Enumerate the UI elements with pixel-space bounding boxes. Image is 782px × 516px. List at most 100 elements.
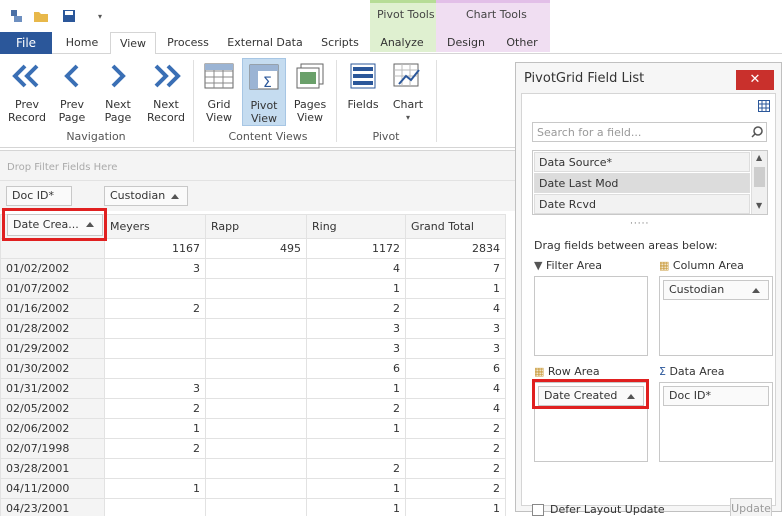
field-search-input[interactable]: Search for a field... bbox=[532, 122, 767, 142]
prev-record-button[interactable]: Prev Record bbox=[6, 58, 48, 124]
data-cell[interactable]: 2 bbox=[405, 418, 506, 439]
data-cell[interactable]: 2 bbox=[306, 298, 406, 319]
chart-button[interactable]: Chart ▾ bbox=[388, 58, 428, 124]
data-cell[interactable]: 3 bbox=[104, 378, 206, 399]
data-cell[interactable]: 2 bbox=[405, 458, 506, 479]
row-header-date[interactable]: 01/31/2002 bbox=[0, 378, 105, 399]
scroll-thumb[interactable] bbox=[754, 167, 765, 187]
row-header-date[interactable]: 01/07/2002 bbox=[0, 278, 105, 299]
column-header-meyers[interactable]: Meyers bbox=[104, 214, 206, 239]
row-header-date[interactable]: 02/06/2002 bbox=[0, 418, 105, 439]
data-cell[interactable]: 4 bbox=[405, 378, 506, 399]
field-item[interactable]: Date Rcvd bbox=[534, 194, 750, 214]
data-cell[interactable] bbox=[306, 438, 406, 459]
data-cell[interactable] bbox=[205, 498, 307, 516]
data-cell[interactable] bbox=[104, 338, 206, 359]
row-header-date[interactable]: 02/05/2002 bbox=[0, 398, 105, 419]
data-area-box[interactable]: Doc ID* bbox=[659, 382, 773, 462]
tab-process[interactable]: Process bbox=[162, 32, 214, 54]
data-cell[interactable]: 3 bbox=[306, 318, 406, 339]
data-field-header[interactable]: Doc ID* bbox=[6, 186, 72, 206]
data-cell[interactable]: 1 bbox=[104, 418, 206, 439]
data-area-field[interactable]: Doc ID* bbox=[663, 386, 769, 406]
data-cell[interactable] bbox=[104, 278, 206, 299]
data-cell[interactable]: 1 bbox=[306, 498, 406, 516]
total-cell[interactable]: 2834 bbox=[405, 238, 506, 259]
column-header-grand-total[interactable]: Grand Total bbox=[405, 214, 506, 239]
pivot-view-button[interactable]: Σ Pivot View bbox=[242, 58, 286, 126]
scroll-up-icon[interactable]: ▲ bbox=[756, 153, 762, 162]
data-cell[interactable] bbox=[205, 278, 307, 299]
data-cell[interactable]: 2 bbox=[104, 298, 206, 319]
data-cell[interactable] bbox=[205, 458, 307, 479]
defer-layout-checkbox[interactable] bbox=[532, 504, 544, 516]
splitter-handle[interactable]: ····· bbox=[630, 219, 649, 229]
data-cell[interactable]: 2 bbox=[306, 458, 406, 479]
customize-dropdown-icon[interactable]: ▾ bbox=[92, 8, 108, 24]
data-cell[interactable] bbox=[104, 498, 206, 516]
data-cell[interactable]: 2 bbox=[306, 398, 406, 419]
total-cell[interactable]: 495 bbox=[205, 238, 307, 259]
column-area-field[interactable]: Custodian bbox=[663, 280, 769, 300]
row-header-date[interactable]: 03/28/2001 bbox=[0, 458, 105, 479]
data-cell[interactable]: 4 bbox=[405, 298, 506, 319]
tab-home[interactable]: Home bbox=[60, 32, 104, 54]
data-cell[interactable]: 2 bbox=[104, 398, 206, 419]
open-folder-icon[interactable] bbox=[33, 8, 49, 24]
data-cell[interactable]: 1 bbox=[306, 278, 406, 299]
next-record-button[interactable]: Next Record bbox=[144, 58, 188, 124]
row-header-date[interactable]: 01/28/2002 bbox=[0, 318, 105, 339]
data-cell[interactable] bbox=[205, 378, 307, 399]
data-cell[interactable]: 1 bbox=[306, 478, 406, 499]
scroll-down-icon[interactable]: ▼ bbox=[756, 201, 762, 210]
total-cell[interactable]: 1167 bbox=[104, 238, 206, 259]
data-cell[interactable]: 1 bbox=[306, 378, 406, 399]
tab-external-data[interactable]: External Data bbox=[222, 32, 308, 54]
data-cell[interactable]: 6 bbox=[306, 358, 406, 379]
data-cell[interactable] bbox=[104, 458, 206, 479]
tab-design[interactable]: Design bbox=[442, 32, 490, 54]
next-page-button[interactable]: Next Page bbox=[98, 58, 138, 124]
data-cell[interactable] bbox=[205, 258, 307, 279]
data-cell[interactable]: 1 bbox=[306, 418, 406, 439]
prev-page-button[interactable]: Prev Page bbox=[52, 58, 92, 124]
row-header-date[interactable]: 04/11/2000 bbox=[0, 478, 105, 499]
row-header-date[interactable]: 04/23/2001 bbox=[0, 498, 105, 516]
filter-drop-area[interactable]: Drop Filter Fields Here bbox=[0, 151, 515, 181]
field-list-scrollbar[interactable]: ▲ ▼ bbox=[751, 151, 767, 214]
row-header-date[interactable]: 01/29/2002 bbox=[0, 338, 105, 359]
tab-view[interactable]: View bbox=[110, 32, 156, 55]
data-cell[interactable] bbox=[205, 438, 307, 459]
row-header-date[interactable]: 01/16/2002 bbox=[0, 298, 105, 319]
grid-view-button[interactable]: Grid View bbox=[199, 58, 239, 124]
data-cell[interactable]: 3 bbox=[306, 338, 406, 359]
row-header-date[interactable]: 01/30/2002 bbox=[0, 358, 105, 379]
column-field-header[interactable]: Custodian bbox=[104, 186, 188, 206]
field-item[interactable]: Data Source* bbox=[534, 152, 750, 172]
data-cell[interactable]: 1 bbox=[405, 278, 506, 299]
column-header-ring[interactable]: Ring bbox=[306, 214, 406, 239]
fields-button[interactable]: Fields bbox=[344, 58, 382, 111]
save-icon[interactable] bbox=[61, 8, 77, 24]
tab-scripts[interactable]: Scripts bbox=[316, 32, 364, 54]
tab-analyze[interactable]: Analyze bbox=[374, 32, 430, 54]
data-cell[interactable]: 1 bbox=[405, 498, 506, 516]
data-cell[interactable]: 2 bbox=[104, 438, 206, 459]
app-icon[interactable] bbox=[8, 8, 24, 24]
field-item[interactable]: Date Last Mod bbox=[534, 173, 750, 193]
total-cell[interactable]: 1172 bbox=[306, 238, 406, 259]
data-cell[interactable]: 2 bbox=[405, 438, 506, 459]
data-cell[interactable]: 3 bbox=[104, 258, 206, 279]
data-cell[interactable] bbox=[205, 298, 307, 319]
pages-view-button[interactable]: Pages View bbox=[290, 58, 330, 124]
update-button[interactable]: Update bbox=[730, 498, 772, 516]
tab-file[interactable]: File bbox=[0, 32, 52, 54]
data-cell[interactable] bbox=[205, 478, 307, 499]
data-cell[interactable]: 3 bbox=[405, 318, 506, 339]
row-header-date[interactable]: 01/02/2002 bbox=[0, 258, 105, 279]
data-cell[interactable] bbox=[205, 358, 307, 379]
data-cell[interactable] bbox=[205, 338, 307, 359]
data-cell[interactable]: 7 bbox=[405, 258, 506, 279]
data-cell[interactable]: 4 bbox=[306, 258, 406, 279]
data-cell[interactable]: 3 bbox=[405, 338, 506, 359]
